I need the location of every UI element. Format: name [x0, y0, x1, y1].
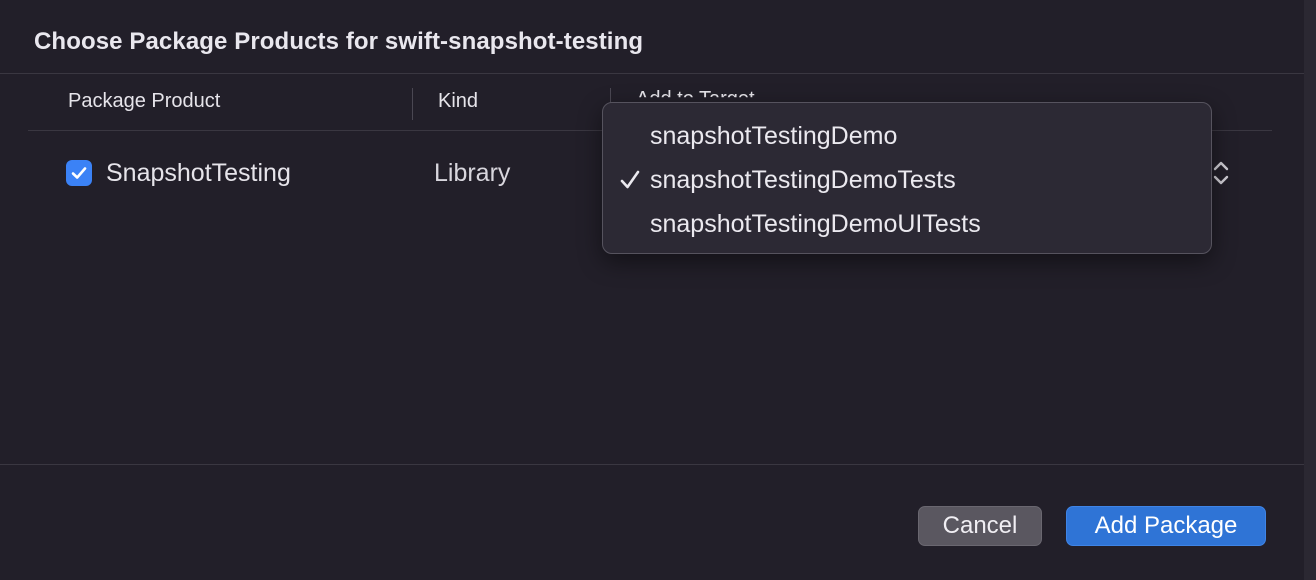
- column-header-kind[interactable]: Kind: [438, 90, 478, 113]
- footer-divider: [0, 464, 1304, 465]
- product-checkbox[interactable]: [66, 160, 92, 186]
- menu-item-label: snapshotTestingDemoTests: [650, 166, 956, 194]
- window-edge: [1304, 0, 1316, 580]
- dialog-title: Choose Package Products for swift-snapsh…: [34, 28, 644, 55]
- add-package-button[interactable]: Add Package: [1066, 506, 1266, 546]
- menu-item-snapshot-testing-demo-tests[interactable]: snapshotTestingDemoTests: [603, 158, 1211, 202]
- target-dropdown-menu: snapshotTestingDemo snapshotTestingDemoT…: [602, 102, 1212, 254]
- menu-item-snapshot-testing-demo-ui-tests[interactable]: snapshotTestingDemoUITests: [603, 202, 1211, 246]
- menu-item-snapshot-testing-demo[interactable]: snapshotTestingDemo: [603, 114, 1211, 158]
- package-products-dialog: Choose Package Products for swift-snapsh…: [0, 0, 1316, 580]
- cancel-button[interactable]: Cancel: [918, 506, 1042, 546]
- chevron-up-down-icon: [1213, 161, 1229, 185]
- product-kind: Library: [434, 159, 511, 187]
- column-header-product[interactable]: Package Product: [68, 90, 220, 113]
- column-separator: [412, 88, 413, 120]
- checkbox-checked-icon: [71, 167, 87, 179]
- checkmark-icon: [620, 170, 640, 189]
- menu-item-label: snapshotTestingDemoUITests: [650, 210, 981, 238]
- title-divider: [0, 73, 1304, 74]
- menu-item-label: snapshotTestingDemo: [650, 122, 898, 150]
- target-popup-button[interactable]: [1210, 158, 1232, 188]
- product-name: SnapshotTesting: [106, 159, 291, 187]
